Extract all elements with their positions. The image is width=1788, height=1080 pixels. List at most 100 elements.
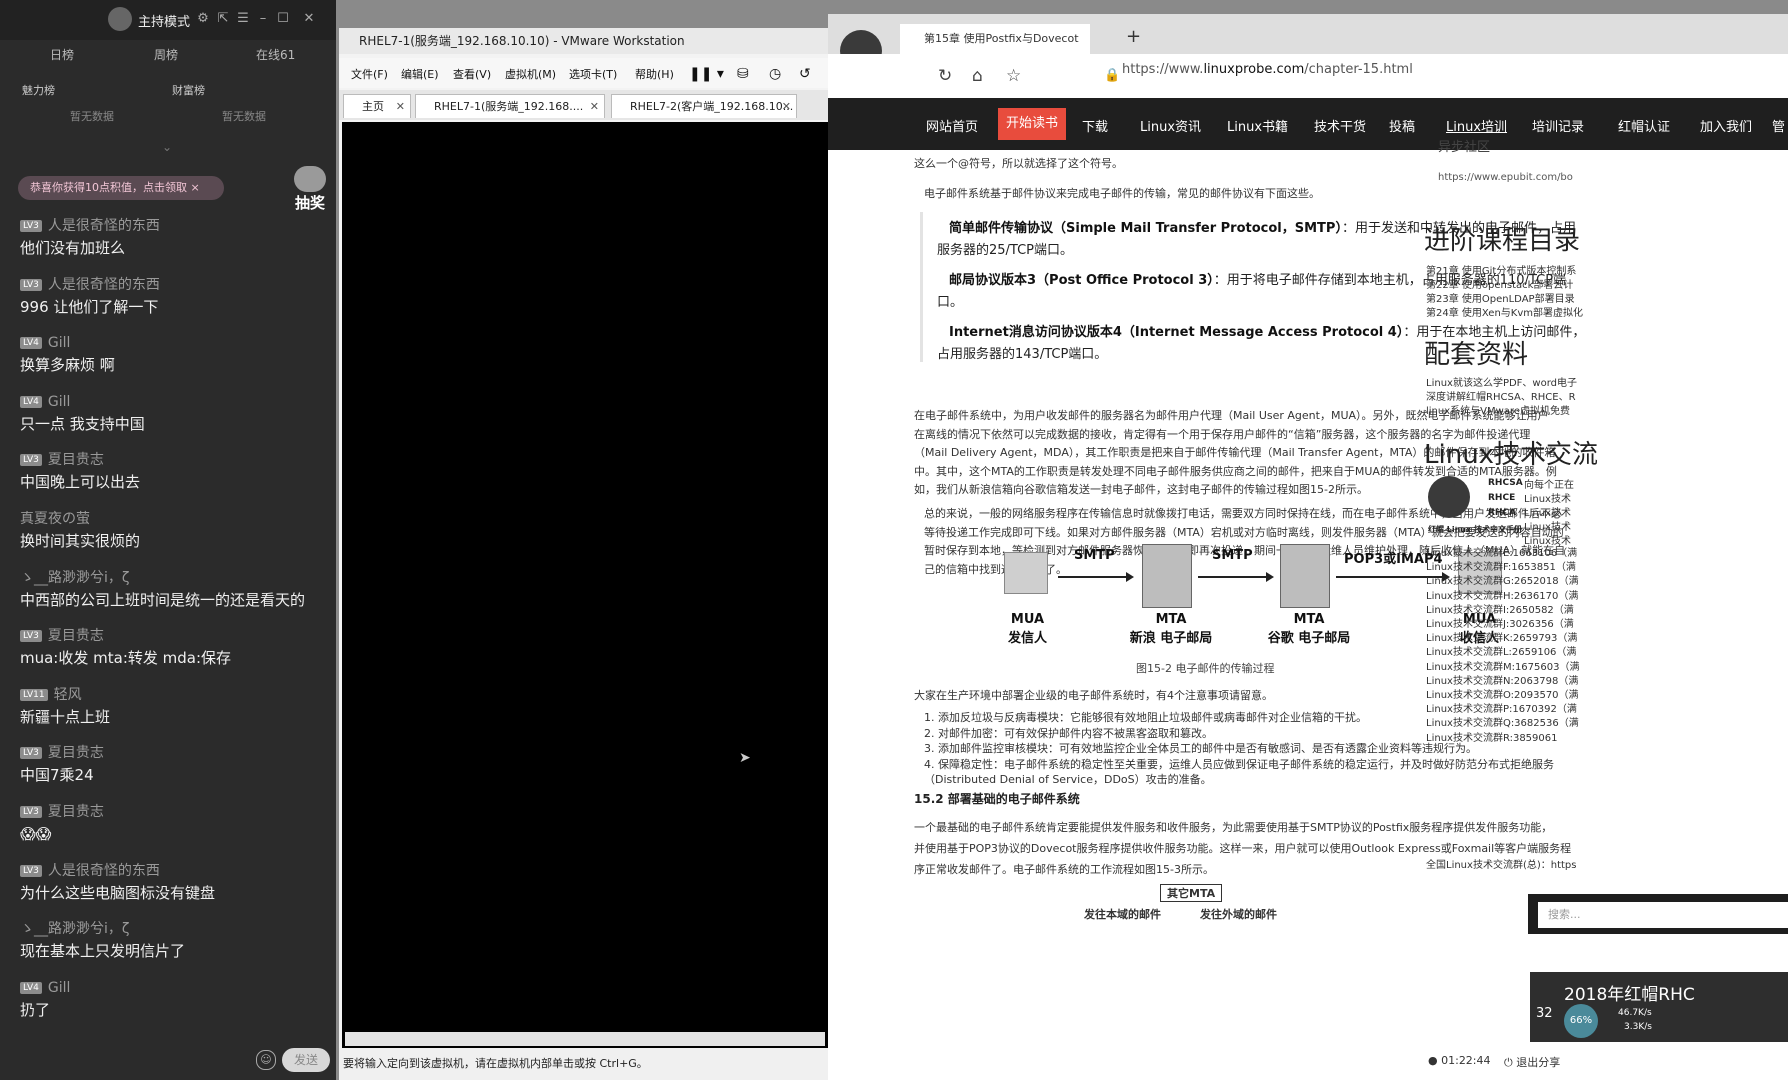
close-icon[interactable]: ✕ (590, 95, 599, 118)
arrow-icon (1198, 572, 1274, 582)
menu-file[interactable]: 文件(F) (351, 66, 388, 82)
home-icon[interactable]: ⌂ (972, 66, 983, 86)
nav-linux-training[interactable]: Linux培训 (1446, 116, 1507, 135)
bookmark-star-icon[interactable]: ☆ (1006, 66, 1021, 86)
tab-rhel7-1[interactable]: RHEL7-1(服务端_192.168.... ✕ (415, 94, 605, 118)
close-icon[interactable]: ✕ (782, 95, 791, 118)
level-badge: LV3 (20, 747, 42, 760)
group-item: Linux技术交流群K:2659793（满 (1426, 633, 1578, 645)
nav-start-reading[interactable]: 开始读书 (998, 108, 1067, 140)
chat-username: LV4 Gill (20, 392, 330, 412)
exit-icon: ⏻ (1504, 1056, 1513, 1069)
host-avatar (108, 7, 132, 31)
sidebar-search: 搜索... (1528, 894, 1788, 934)
reload-icon[interactable]: ↻ (938, 66, 952, 86)
menu-icon[interactable]: ☰ (234, 10, 252, 28)
menu-tabs[interactable]: 选项卡(T) (569, 66, 617, 82)
share-timer: ● 01:22:44 (1428, 1054, 1491, 1067)
tab-rhel7-2[interactable]: RHEL7-2(客户端_192.168.10... ✕ (611, 94, 797, 118)
chat-text: 中西部的公司上班时间是统一的还是看天的 (20, 590, 306, 609)
emoji-icon[interactable]: ☺ (256, 1050, 276, 1070)
level-badge: LV4 (20, 337, 42, 350)
menu-vm[interactable]: 虚拟机(M) (505, 66, 556, 82)
settings-icon[interactable]: ⚙ (194, 10, 212, 28)
vm-console-screen[interactable]: ➤ (342, 122, 828, 1057)
nav-linux-books[interactable]: Linux书籍 (1227, 116, 1288, 135)
nav-home[interactable]: 网站首页 (926, 116, 978, 135)
rhce-banner[interactable]: 2018年红帽RHC 32 66% 46.7K/s 3.3K/s (1530, 972, 1788, 1042)
wealth-rank-empty: 暂无数据 (222, 110, 266, 123)
chat-message: ゝ__路渺渺兮i，ζ 中西部的公司上班时间是统一的还是看天的 (20, 568, 330, 612)
tab-home[interactable]: 主页 ✕ (343, 94, 411, 118)
advanced-course-title: 进阶课程目录 (1424, 226, 1581, 256)
url-host: linuxprobe.com (1203, 62, 1305, 77)
course-item: 第24章 使用Xen与Kvm部署虚拟化 (1426, 308, 1584, 319)
chat-username-text: 夏目贵志 (47, 804, 104, 820)
lottery-button[interactable]: 抽奖 (290, 166, 330, 212)
banner-title: 2018年红帽RHC (1564, 985, 1695, 1005)
all-groups-link[interactable]: 全国Linux技术交流群(总)：https (1426, 856, 1576, 871)
chat-username-text: 夏目贵志 (47, 628, 104, 645)
tab-daily[interactable]: 日榜 (50, 46, 74, 63)
chevron-down-icon[interactable]: ⌄ (162, 140, 172, 154)
close-icon[interactable]: × (191, 181, 200, 194)
level-badge: LV11 (20, 688, 48, 701)
rank-tabs: 日榜 周榜 在线61 (0, 40, 336, 70)
async-community-link[interactable]: https://www.epubit.com/bo (1438, 172, 1573, 183)
chat-message: 真夏夜の萤 换时间其实很烦的 (20, 509, 330, 553)
chat-text: 换时间其实很烦的 (20, 532, 141, 550)
record-dot-icon: ● (1428, 1054, 1438, 1067)
network-icon[interactable]: ⛁ (737, 66, 749, 82)
chat-message: LV3 夏目贵志 中国晚上可以出去 (20, 450, 330, 494)
send-button[interactable]: 发送 (282, 1048, 330, 1072)
pause-icon[interactable]: ❚❚ ▾ (689, 66, 724, 82)
tab-weekly[interactable]: 周榜 (154, 46, 178, 63)
menu-edit[interactable]: 编辑(E) (401, 66, 439, 82)
article-line: 一个最基础的电子邮件系统肯定要能提供发件服务和收件服务，为此需要使用基于SMTP… (914, 821, 1553, 834)
minimize-icon[interactable]: – (254, 10, 272, 28)
snapshot-icon[interactable]: ◷ (769, 66, 781, 82)
node-sender: MUA 发信人 (1008, 612, 1047, 646)
address-bar[interactable]: https://www.linuxprobe.com/chapter-15.ht… (1122, 62, 1413, 77)
browser-tab-chapter15[interactable]: 第15章 使用Postfix与Dovecot (900, 24, 1090, 54)
share-time: 01:22:44 (1441, 1054, 1491, 1067)
nav-tech[interactable]: 技术干货 (1314, 116, 1366, 135)
nav-join-us[interactable]: 加入我们 (1700, 116, 1752, 135)
node-sina-name: 新浪 电子邮局 (1129, 631, 1213, 646)
nav-more[interactable]: 管 (1772, 116, 1785, 135)
gift-banner[interactable]: 恭喜你获得10点积值，点击领取 × (18, 176, 224, 200)
nav-linux-news[interactable]: Linux资讯 (1140, 116, 1201, 135)
share-icon[interactable]: ⇱ (214, 10, 232, 28)
rhce-label: RHCE (1488, 493, 1516, 503)
menu-help[interactable]: 帮助(H) (635, 66, 674, 82)
search-input[interactable]: 搜索... (1538, 902, 1788, 928)
revert-icon[interactable]: ↺ (799, 66, 811, 82)
redhat-logo-icon (1428, 476, 1470, 518)
computer-icon (1004, 552, 1048, 594)
article-paragraph: 这么一个@符号，所以就选择了这个符号。 (914, 157, 1123, 170)
tab-online[interactable]: 在线61 (256, 46, 295, 63)
mouse-cursor-icon: ➤ (739, 750, 751, 766)
new-tab-button[interactable]: + (1126, 26, 1141, 47)
vmware-menubar: 文件(F) 编辑(E) 查看(V) 虚拟机(M) 选项卡(T) 帮助(H) ❚❚… (339, 58, 828, 88)
group-item: Linux技术交流群M:1675603（满 (1426, 661, 1580, 673)
chat-username: ゝ__路渺渺兮i，ζ (20, 568, 330, 588)
menu-view[interactable]: 查看(V) (453, 66, 491, 82)
url-path: /chapter-15.html (1304, 62, 1413, 77)
nav-download[interactable]: 下载 (1082, 116, 1108, 135)
nav-submit[interactable]: 投稿 (1389, 116, 1415, 135)
exit-share-button[interactable]: ⏻ 退出分享 (1504, 1054, 1560, 1070)
group-item: Linux技术交流群R:3859061 (1426, 732, 1558, 744)
node-google-name: 谷歌 电子邮局 (1267, 631, 1351, 646)
vm-horizontal-scrollbar[interactable] (345, 1032, 825, 1046)
gift-banner-text: 恭喜你获得10点积值，点击领取 (30, 181, 187, 194)
nav-training-records[interactable]: 培训记录 (1532, 116, 1584, 135)
chat-message: LV3 夏目贵志 😱😱 (20, 802, 330, 846)
chat-text: 新疆十点上班 (20, 707, 111, 726)
close-icon[interactable]: ✕ (396, 95, 405, 118)
chat-username-text: 夏目贵志 (47, 452, 104, 469)
chat-text: 中国7乘24 (20, 766, 94, 785)
close-icon[interactable]: ✕ (300, 10, 318, 28)
nav-redhat-cert[interactable]: 红帽认证 (1618, 116, 1670, 135)
maximize-icon[interactable]: ☐ (274, 10, 292, 28)
